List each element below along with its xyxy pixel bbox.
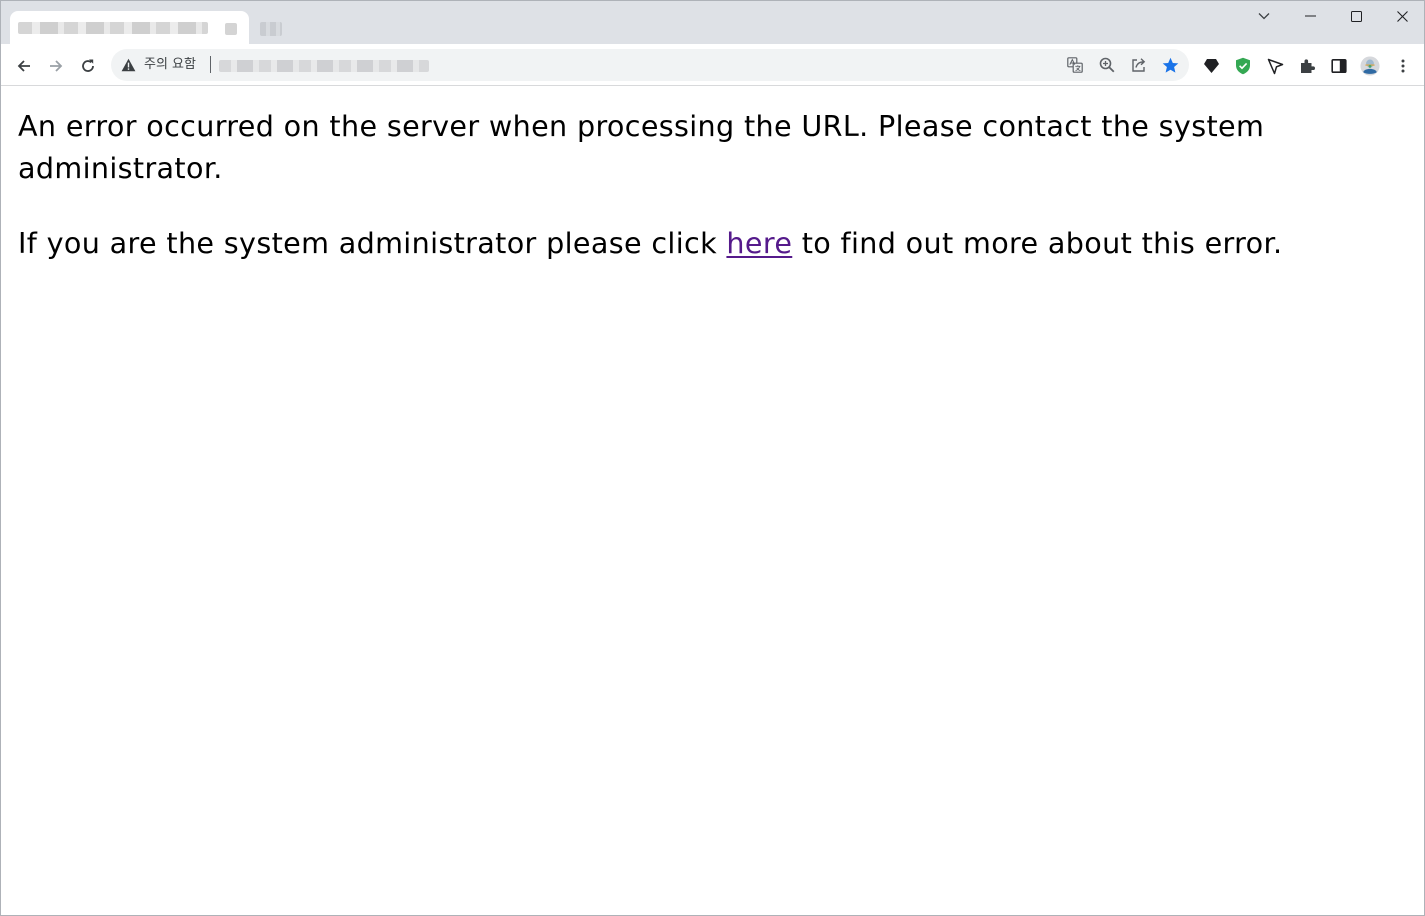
security-status-label[interactable]: 주의 요함: [144, 56, 196, 73]
chevron-down-icon: [1258, 13, 1270, 20]
profile-button[interactable]: [1360, 56, 1380, 76]
extension-shield-icon: [1236, 57, 1250, 75]
side-panel-icon: [1331, 58, 1347, 73]
bookmark-star-icon: [1162, 57, 1178, 73]
new-tab-redacted[interactable]: [260, 22, 282, 36]
extensions-button[interactable]: [1297, 56, 1317, 76]
browser-menu-button[interactable]: [1393, 56, 1413, 76]
extension-cursor-icon: [1267, 58, 1283, 74]
active-tab[interactable]: [10, 11, 249, 44]
menu-kebab-icon: [1401, 59, 1405, 73]
extensions-puzzle-icon: [1301, 59, 1315, 73]
extension-1[interactable]: [1201, 56, 1221, 76]
minimize-icon: [1304, 15, 1316, 17]
admin-help-suffix: to find out more about this error.: [792, 226, 1283, 260]
back-arrow-icon: [17, 60, 30, 72]
tab-search-button[interactable]: [1241, 1, 1287, 31]
address-bar[interactable]: 주의 요함: [111, 49, 1189, 81]
profile-avatar-icon: [1360, 56, 1380, 76]
tab-title-redacted: [18, 22, 208, 34]
maximize-icon: [1350, 10, 1362, 22]
maximize-button[interactable]: [1333, 1, 1379, 31]
admin-help-paragraph: If you are the system administrator plea…: [18, 222, 1408, 264]
zoom-icon: [1099, 57, 1115, 73]
browser-window: 주의 요함 An error occurred on the server wh…: [0, 0, 1425, 916]
browser-toolbar: 주의 요함: [1, 44, 1424, 86]
forward-button[interactable]: [42, 52, 70, 80]
close-icon: [1396, 10, 1408, 22]
extension-diamond-icon: [1203, 59, 1219, 73]
close-window-button[interactable]: [1379, 1, 1424, 31]
share-icon: [1132, 58, 1146, 72]
forward-arrow-icon: [50, 60, 63, 72]
share-button[interactable]: [1130, 56, 1148, 74]
admin-help-prefix: If you are the system administrator plea…: [18, 226, 727, 260]
translate-button[interactable]: [1066, 56, 1084, 74]
extension-2[interactable]: [1233, 56, 1253, 76]
url-text-redacted[interactable]: [219, 60, 429, 72]
tab-close-redacted[interactable]: [225, 23, 237, 35]
side-panel-button[interactable]: [1329, 56, 1349, 76]
extension-3[interactable]: [1265, 56, 1285, 76]
warning-icon[interactable]: [121, 58, 136, 72]
bookmark-button[interactable]: [1161, 56, 1179, 74]
back-button[interactable]: [10, 52, 38, 80]
minimize-button[interactable]: [1287, 1, 1333, 31]
zoom-button[interactable]: [1098, 56, 1116, 74]
page-content: An error occurred on the server when pro…: [18, 105, 1408, 297]
url-separator: [210, 56, 211, 73]
reload-button[interactable]: [74, 52, 102, 80]
tab-strip: [1, 1, 1424, 44]
reload-icon: [82, 59, 94, 72]
more-info-link[interactable]: here: [726, 226, 792, 260]
translate-icon: [1067, 57, 1083, 73]
error-message: An error occurred on the server when pro…: [18, 109, 1265, 185]
